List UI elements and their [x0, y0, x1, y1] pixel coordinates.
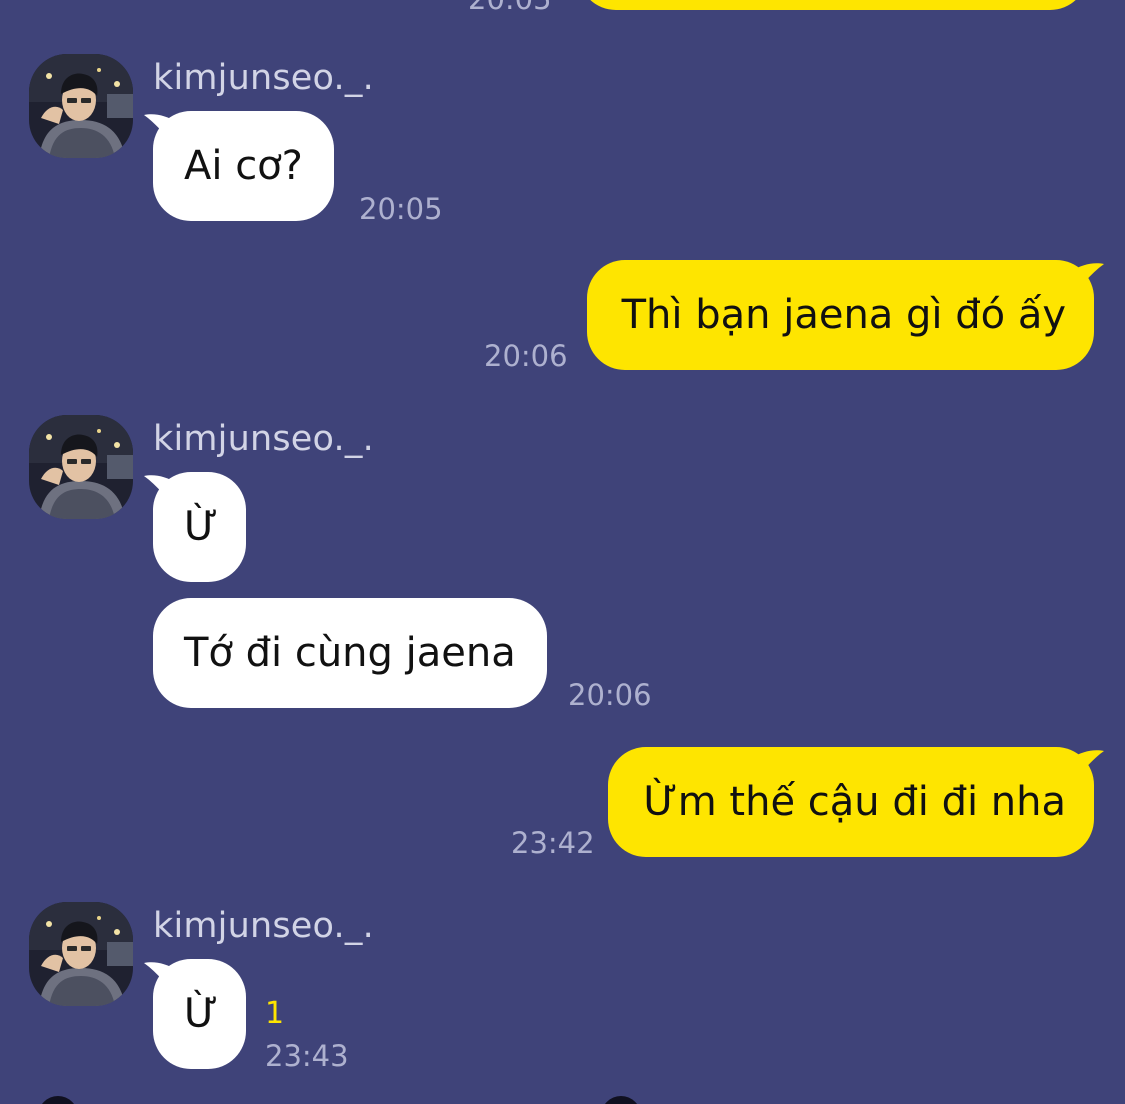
partial-icon-left: [38, 1096, 78, 1104]
sender-name: kimjunseo._.: [153, 58, 374, 98]
unread-count: 1: [265, 996, 285, 1031]
avatar[interactable]: [29, 54, 133, 158]
partial-icon-right: [601, 1096, 641, 1104]
message-time: 20:06: [484, 339, 568, 373]
incoming-message-bubble[interactable]: Ừ: [153, 959, 247, 1069]
outgoing-message-bubble[interactable]: Ừm thế cậu đi đi nha: [608, 747, 1094, 857]
chat-screen: 20:05 kimjunseo._. Ai cơ? 20:05 Thì bạn …: [0, 0, 1125, 1104]
message-time-partial: 20:05: [468, 0, 552, 16]
avatar-photo-icon: [29, 902, 133, 1006]
incoming-message-bubble[interactable]: Tớ đi cùng jaena: [153, 598, 547, 708]
avatar[interactable]: [29, 902, 133, 1006]
message-time: 23:42: [511, 826, 595, 860]
incoming-message-bubble[interactable]: Ừ: [153, 472, 247, 582]
incoming-message-bubble[interactable]: Ai cơ?: [153, 111, 334, 221]
outgoing-message-bubble[interactable]: Thì bạn jaena gì đó ấy: [586, 260, 1094, 370]
avatar-photo-icon: [29, 415, 133, 519]
message-time: 20:05: [359, 192, 443, 226]
message-time: 20:06: [568, 678, 652, 712]
outgoing-bubble-partial[interactable]: [578, 0, 1088, 10]
sender-name: kimjunseo._.: [153, 906, 374, 946]
avatar-photo-icon: [29, 54, 133, 158]
message-time: 23:43: [265, 1039, 349, 1073]
avatar[interactable]: [29, 415, 133, 519]
sender-name: kimjunseo._.: [153, 419, 374, 459]
